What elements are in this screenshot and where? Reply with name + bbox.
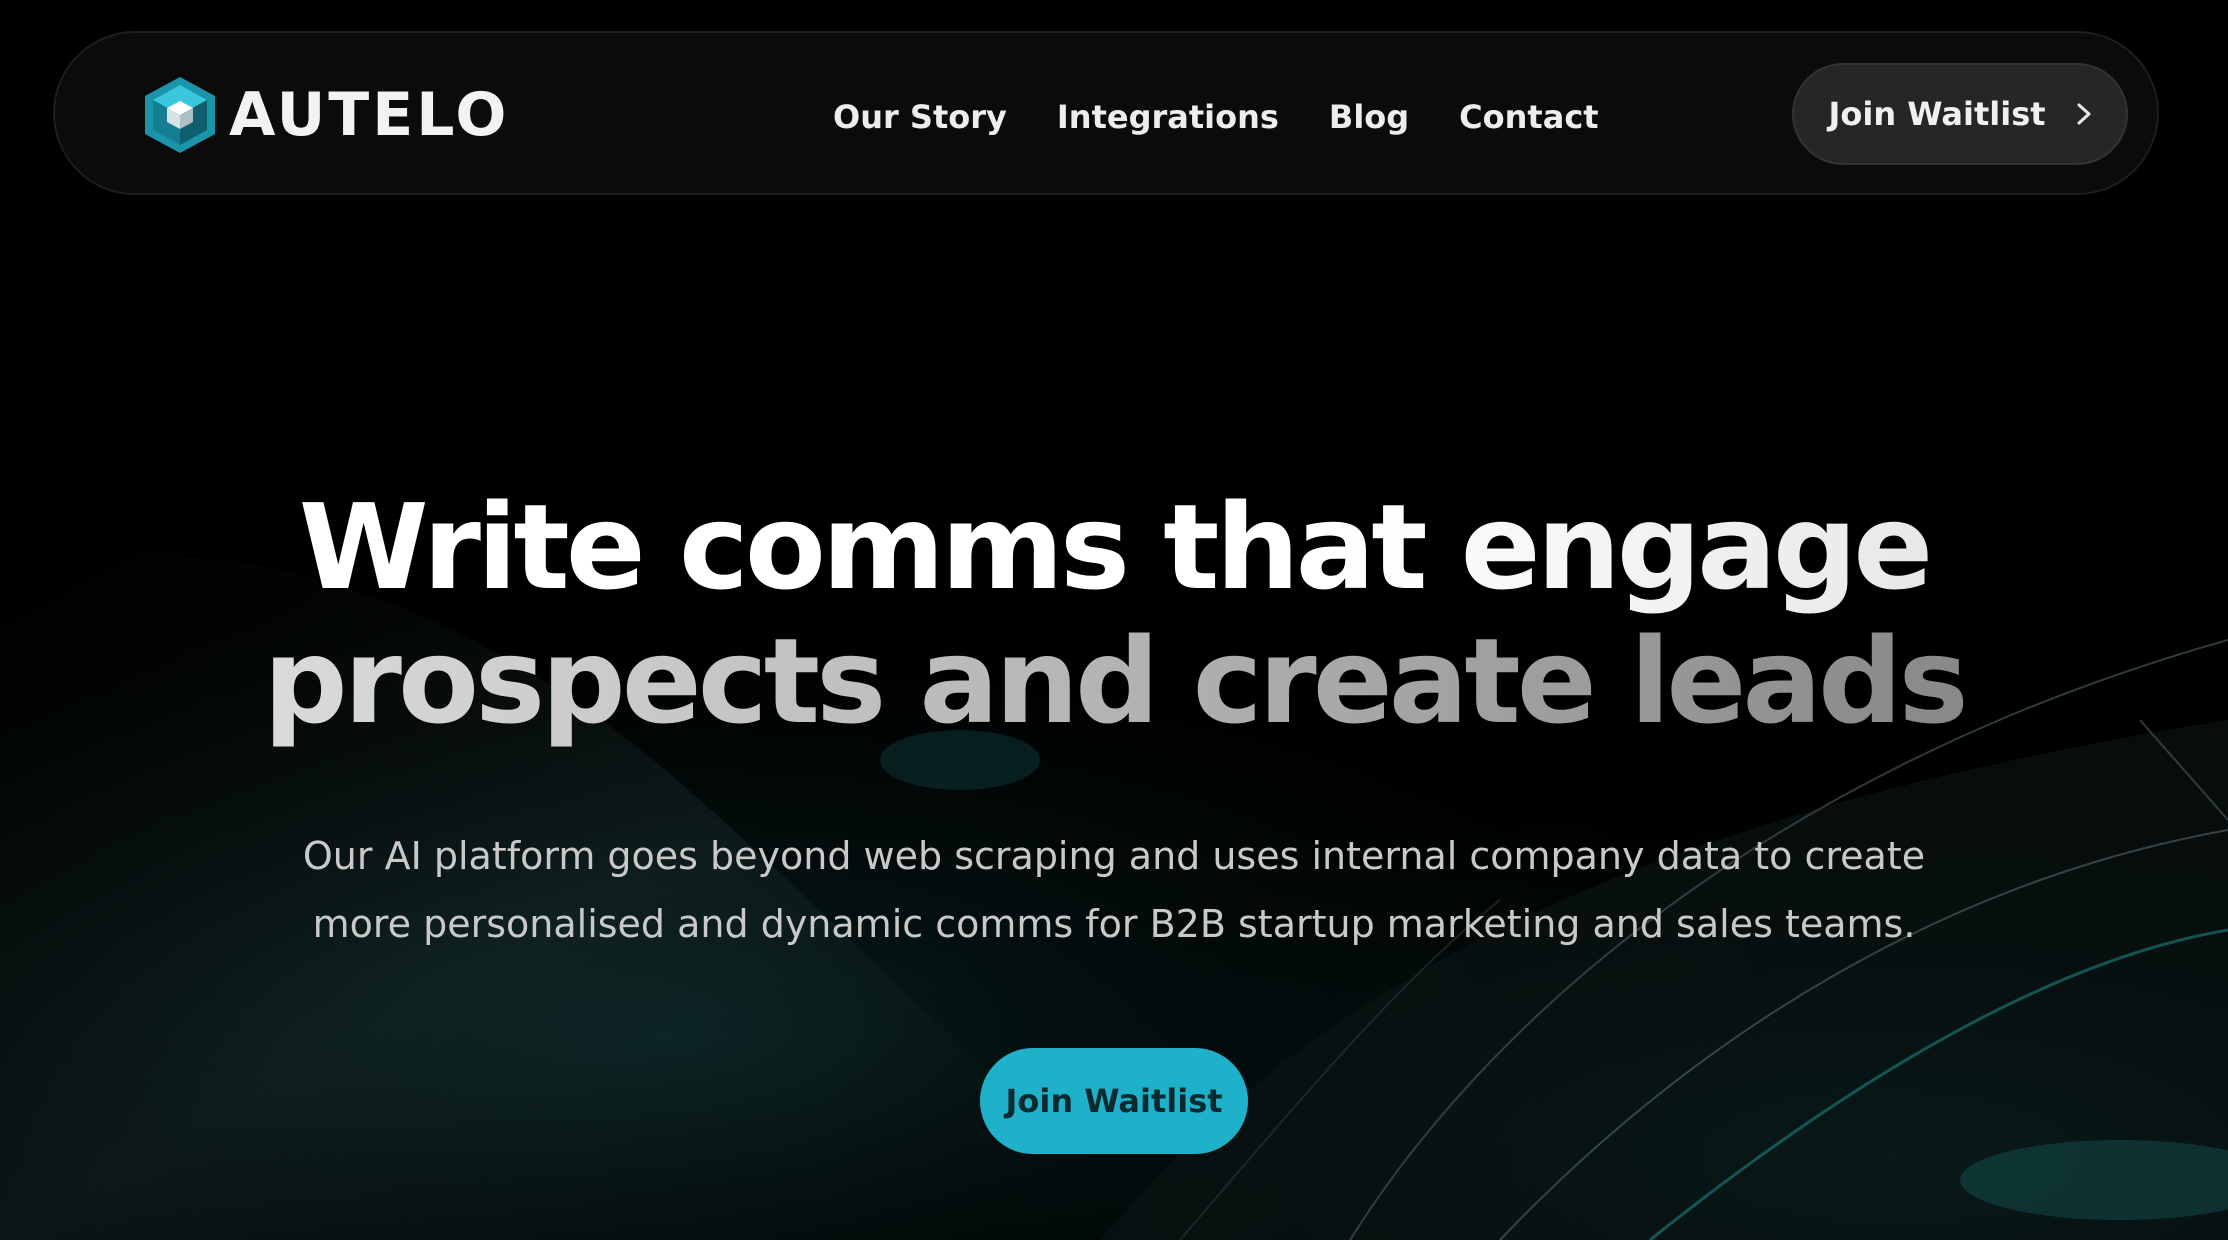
hero-title: Write comms that engage prospects and cr…: [0, 480, 2228, 748]
nav-link-integrations[interactable]: Integrations: [1057, 89, 1279, 145]
hero-title-line-1: Write comms that engage: [0, 480, 2228, 614]
join-waitlist-nav-button[interactable]: Join Waitlist: [1792, 63, 2128, 165]
hero-subtitle: Our AI platform goes beyond web scraping…: [302, 834, 1926, 946]
chevron-right-icon: [2077, 103, 2091, 125]
nav-link-blog[interactable]: Blog: [1329, 89, 1409, 145]
top-navbar: AUTELO Our Story Integrations Blog Conta…: [53, 31, 2159, 195]
nav-links: Our Story Integrations Blog Contact: [833, 89, 1599, 145]
hero-title-line-2: prospects and create leads: [0, 614, 2228, 748]
nav-link-our-story[interactable]: Our Story: [833, 89, 1007, 145]
cube-logo-icon: [145, 77, 215, 153]
logo[interactable]: AUTELO: [143, 75, 509, 155]
join-waitlist-hero-button[interactable]: Join Waitlist: [980, 1048, 1248, 1154]
brand-name: AUTELO: [229, 80, 510, 150]
join-waitlist-hero-label: Join Waitlist: [1005, 1082, 1223, 1120]
hero-section: Write comms that engage prospects and cr…: [0, 480, 2228, 1154]
nav-link-contact[interactable]: Contact: [1459, 89, 1598, 145]
landing-page: AUTELO Our Story Integrations Blog Conta…: [0, 0, 2228, 1240]
join-waitlist-nav-label: Join Waitlist: [1828, 95, 2046, 133]
